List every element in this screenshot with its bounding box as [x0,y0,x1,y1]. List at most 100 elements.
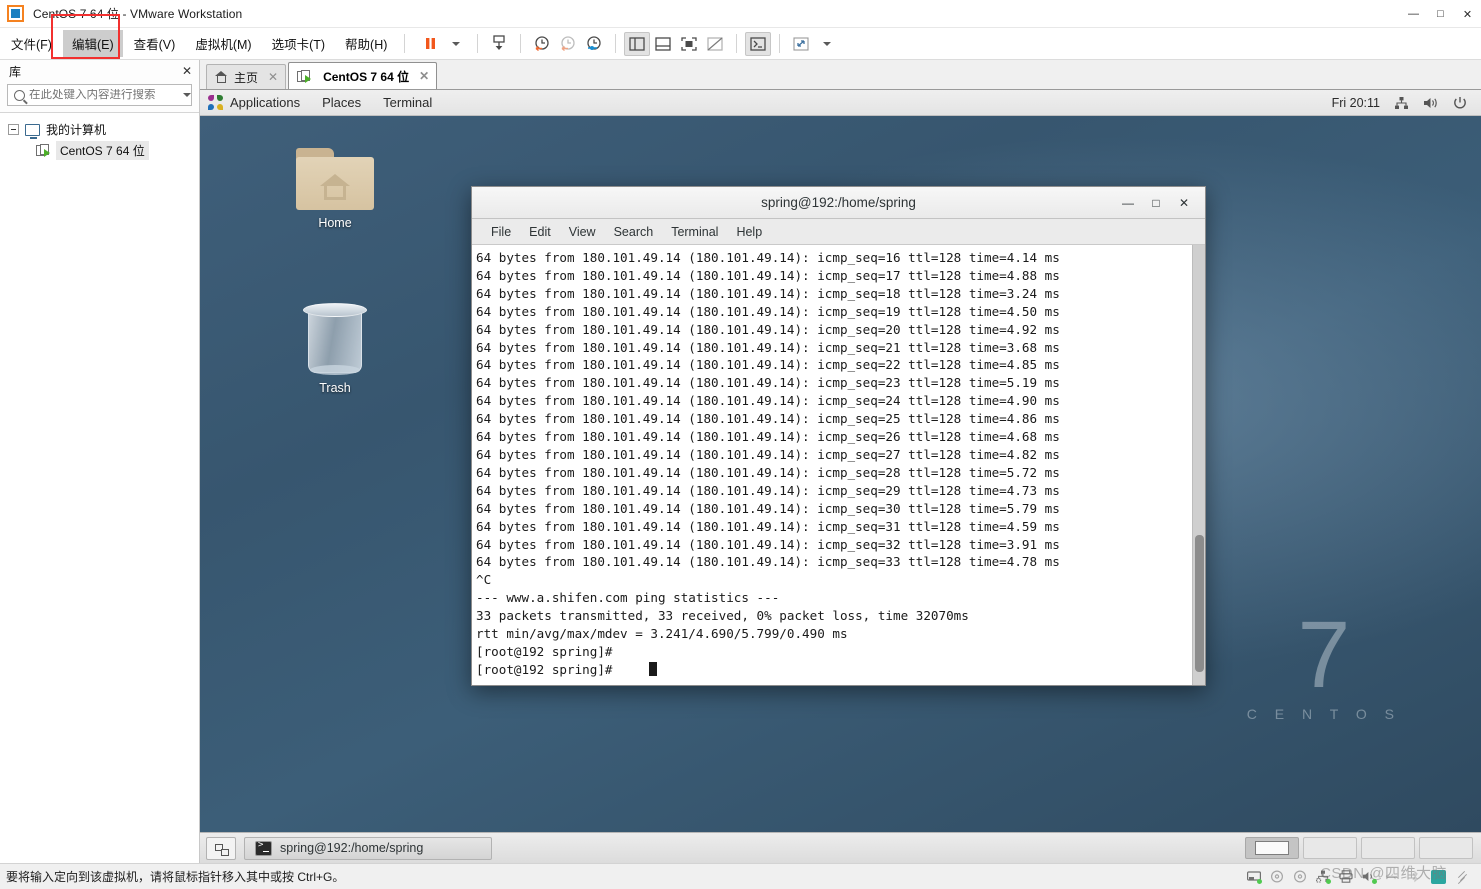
titlebar: CentOS 7 64 位 - VMware Workstation — □ ✕ [0,0,1481,28]
centos-version-number: 7 [1297,601,1351,708]
vmware-tools-icon[interactable] [1431,869,1446,884]
close-button[interactable]: ✕ [1454,0,1481,28]
expander-icon[interactable] [8,124,19,135]
menu-file[interactable]: 文件(F) [2,30,61,57]
terminal-menu-file[interactable]: File [482,225,520,239]
workspace-3[interactable] [1361,837,1415,859]
terminal-maximize-button[interactable]: □ [1149,196,1163,210]
library-header: 库 ✕ [0,60,199,82]
menu-help[interactable]: 帮助(H) [336,30,396,57]
toolbar-separator [404,34,406,53]
power-icon[interactable] [1453,96,1467,110]
library-search-box[interactable] [7,84,192,106]
network-adapter-icon[interactable] [1316,870,1331,884]
trash-icon [302,301,368,375]
terminal-menubar: File Edit View Search Terminal Help [472,219,1205,245]
desktop-icon-trash[interactable]: Trash [290,301,380,395]
suspend-icon[interactable] [417,32,443,56]
terminal-body[interactable]: 64 bytes from 180.101.49.14 (180.101.49.… [472,245,1205,685]
gnome-clock[interactable]: Fri 20:11 [1332,96,1380,110]
tree-item-my-computer[interactable]: 我的计算机 [0,119,199,140]
library-title: 库 [9,64,22,79]
menu-edit[interactable]: 编辑(E) [62,30,123,57]
terminal-menu-search[interactable]: Search [605,225,663,239]
library-close-icon[interactable]: ✕ [182,64,192,78]
desktop-icon-label: Home [318,216,352,230]
tab-label: CentOS 7 64 位 [323,69,410,84]
statusbar: 要将输入定向到该虚拟机，请将鼠标指针移入其中或按 Ctrl+G。 CSDN @四… [0,863,1481,889]
menu-vm[interactable]: 虚拟机(M) [186,30,260,57]
cdrom2-icon[interactable] [1293,870,1307,883]
printer-icon[interactable] [1339,870,1353,883]
terminal-title: spring@192:/home/spring [761,195,916,210]
usb-icon[interactable] [1385,870,1399,883]
minimize-button[interactable]: — [1400,0,1427,28]
stretch-guest-icon[interactable] [788,32,814,56]
tree-item-centos7[interactable]: CentOS 7 64 位 [0,140,199,161]
terminal-icon [255,840,272,856]
console-view-icon[interactable] [745,31,772,56]
unity-mode-icon[interactable] [702,32,728,56]
gnome-menu-places[interactable]: Places [311,95,372,110]
stretch-dropdown-caret-icon[interactable] [814,32,840,56]
volume-icon[interactable] [1423,96,1439,110]
resize-grip-icon[interactable] [1455,870,1469,884]
workspace-switcher [1245,837,1475,859]
maximize-button[interactable]: □ [1427,0,1454,28]
library-panel: 库 ✕ 我的计算机 CentOS 7 64 位 [0,60,200,863]
full-screen-icon[interactable] [676,32,702,56]
sound-icon[interactable] [1362,870,1377,884]
workspace-2[interactable] [1303,837,1357,859]
tab-centos7[interactable]: CentOS 7 64 位 ✕ [288,62,438,89]
terminal-output: 64 bytes from 180.101.49.14 (180.101.49.… [476,250,1060,677]
menu-view[interactable]: 查看(V) [125,30,185,57]
statusbar-device-icons [1247,869,1475,884]
tab-close-icon[interactable]: ✕ [268,70,278,84]
power-dropdown-caret-icon[interactable] [443,32,469,56]
terminal-window[interactable]: spring@192:/home/spring — □ ✕ File Edit … [471,186,1206,686]
workspace-4[interactable] [1419,837,1473,859]
terminal-menu-terminal[interactable]: Terminal [662,225,727,239]
cdrom-icon[interactable] [1270,870,1284,883]
terminal-scrollbar[interactable] [1192,245,1205,685]
vmware-workstation-window: CentOS 7 64 位 - VMware Workstation — □ ✕… [0,0,1481,889]
library-search-input[interactable] [29,89,183,101]
workspace-1[interactable] [1245,837,1299,859]
network-icon[interactable] [1394,96,1409,110]
tab-close-icon[interactable]: ✕ [419,69,429,83]
centos-watermark: 7 C E N T O S [1247,601,1401,722]
snapshot-back-icon[interactable] [555,32,581,56]
terminal-menu-edit[interactable]: Edit [520,225,560,239]
tab-label: 主页 [234,70,259,85]
guest-taskbar: spring@192:/home/spring [200,832,1481,863]
terminal-cursor [649,662,657,676]
desktop-icon-home[interactable]: Home [290,148,380,230]
snapshot-take-icon[interactable] [486,32,512,56]
terminal-window-controls: — □ ✕ [1121,187,1199,219]
terminal-menu-view[interactable]: View [560,225,605,239]
vm-area: 主页 ✕ CentOS 7 64 位 ✕ Applications Places [200,60,1481,863]
terminal-close-button[interactable]: ✕ [1177,196,1191,210]
taskbar-window-terminal[interactable]: spring@192:/home/spring [244,836,492,860]
snapshot-revert-icon[interactable] [529,32,555,56]
terminal-minimize-button[interactable]: — [1121,196,1135,210]
terminal-scrollbar-thumb[interactable] [1195,535,1204,672]
snapshot-manager-icon[interactable] [581,32,607,56]
terminal-menu-help[interactable]: Help [727,225,771,239]
bluetooth-icon[interactable] [1408,870,1422,883]
virtual-machine-icon [297,69,312,83]
gnome-menu-applications[interactable]: Applications [230,95,311,110]
show-desktop-button[interactable] [206,836,236,860]
gnome-menu-terminal[interactable]: Terminal [372,95,443,110]
guest-desktop[interactable]: Home Trash 7 C E N T O S spring@192:/hom… [200,116,1481,832]
menubar: 文件(F) 编辑(E) 查看(V) 虚拟机(M) 选项卡(T) 帮助(H) [0,14,1481,60]
window-controls: — □ ✕ [1400,0,1481,28]
show-thumbnail-bar-icon[interactable] [650,32,676,56]
search-dropdown-caret-icon[interactable] [183,93,191,97]
harddisk-icon[interactable] [1247,870,1262,884]
tab-strip: 主页 ✕ CentOS 7 64 位 ✕ [200,60,1481,90]
taskbar-window-label: spring@192:/home/spring [280,841,424,855]
menu-tabs[interactable]: 选项卡(T) [263,30,334,57]
tab-home[interactable]: 主页 ✕ [206,64,287,89]
show-library-icon[interactable] [624,31,651,56]
